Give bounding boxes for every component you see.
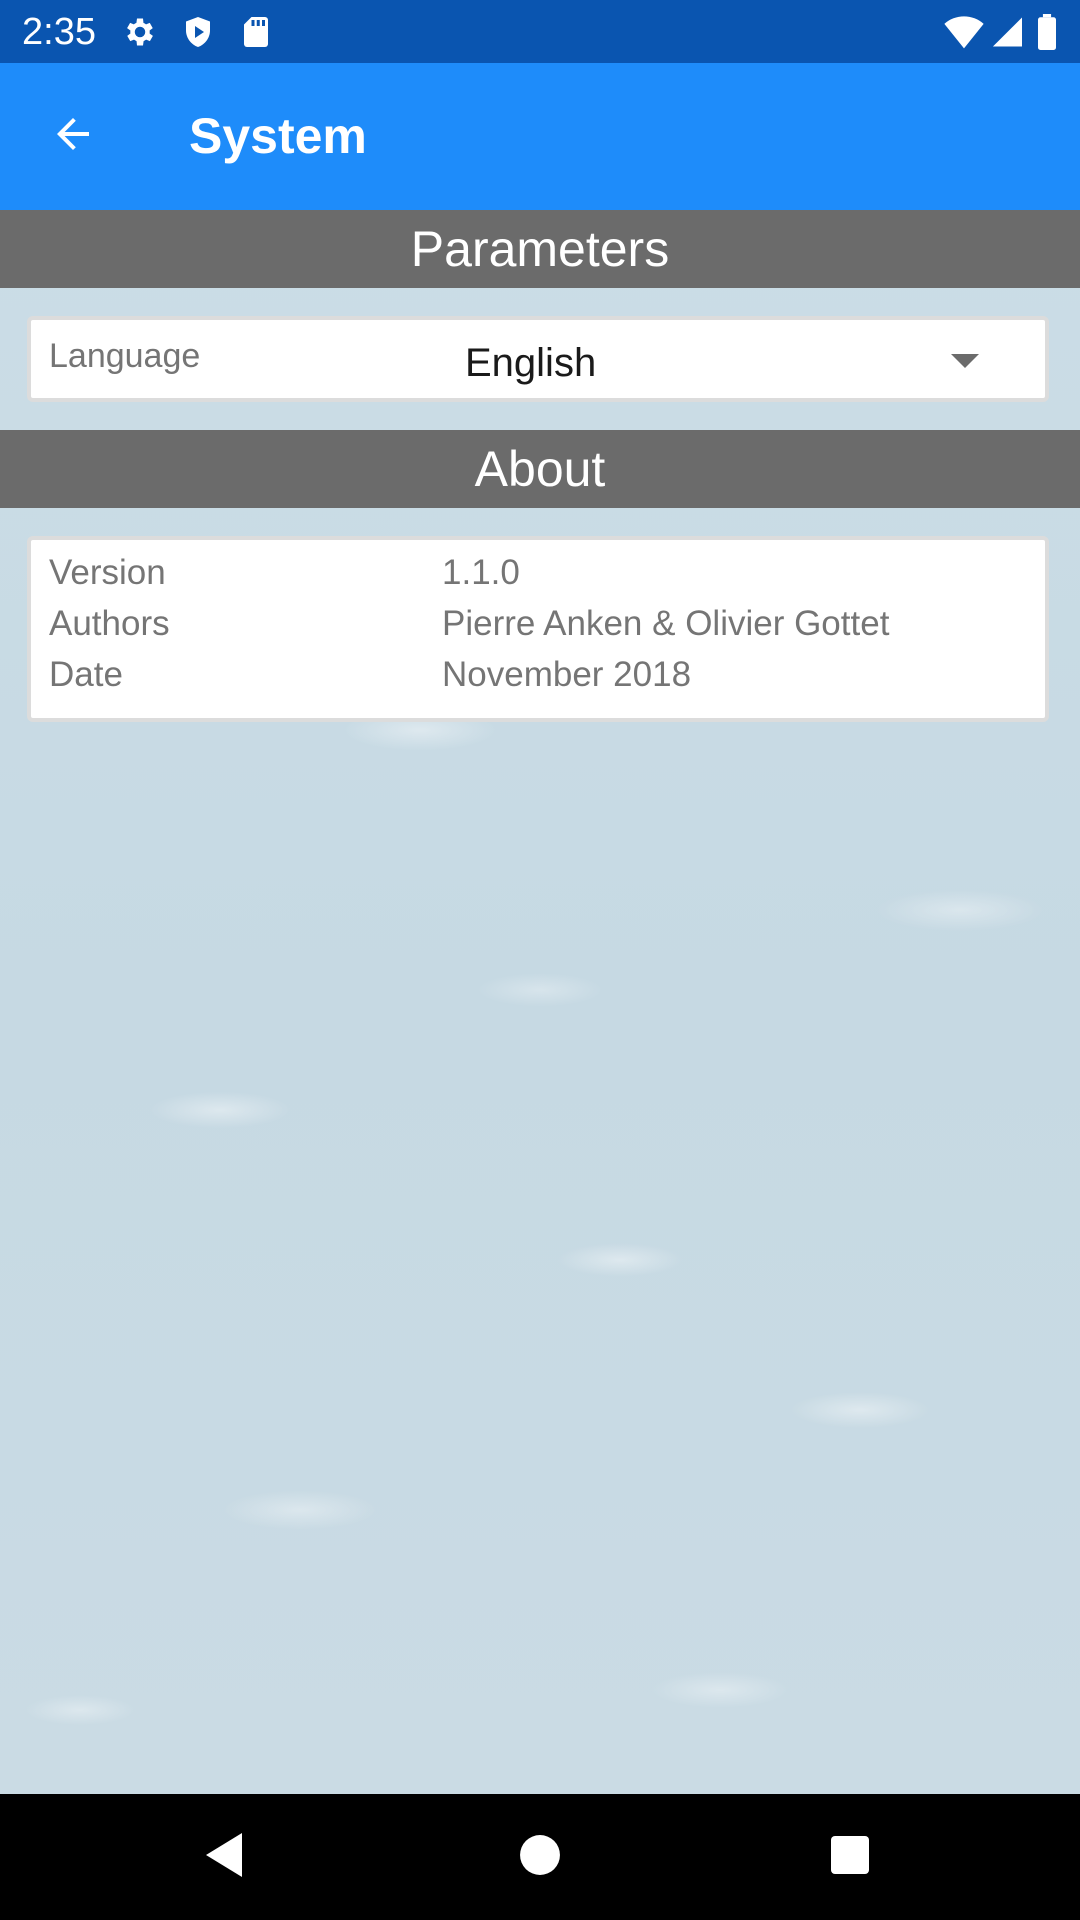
navigation-bar (0, 1794, 1080, 1920)
about-value: Pierre Anken & Olivier Gottet (442, 604, 890, 643)
parameters-section-header: Parameters (0, 210, 1080, 288)
shield-play-icon (180, 14, 216, 50)
nav-home-button[interactable] (510, 1827, 570, 1887)
language-picker[interactable]: Language English (27, 316, 1049, 402)
nav-back-button[interactable] (194, 1827, 254, 1887)
battery-icon (1036, 14, 1060, 50)
recents-square-icon (830, 1835, 870, 1880)
home-circle-icon (519, 1834, 561, 1881)
status-bar: 2:35 (0, 0, 1080, 63)
about-row-date: Date November 2018 (49, 650, 1029, 700)
language-label: Language (49, 337, 201, 375)
back-triangle-icon (202, 1831, 246, 1884)
about-card: Version 1.1.0 Authors Pierre Anken & Oli… (27, 536, 1049, 722)
about-key: Authors (49, 604, 170, 643)
back-button[interactable] (40, 103, 106, 169)
about-key: Date (49, 655, 123, 694)
about-value: 1.1.0 (442, 553, 520, 592)
app-bar: System (0, 63, 1080, 210)
status-time: 2:35 (22, 11, 96, 53)
about-key: Version (49, 553, 166, 592)
dropdown-arrow-icon (951, 354, 979, 368)
nav-recents-button[interactable] (820, 1827, 880, 1887)
about-value: November 2018 (442, 655, 692, 694)
screen: 2:35 System Parameters Language English … (0, 0, 1080, 1920)
about-row-authors: Authors Pierre Anken & Olivier Gottet (49, 599, 1029, 649)
about-row-version: Version 1.1.0 (49, 548, 1029, 598)
page-title: System (189, 108, 367, 164)
cell-signal-icon (990, 14, 1026, 50)
language-value: English (465, 341, 597, 385)
wifi-icon (944, 14, 984, 50)
about-section-header: About (0, 430, 1080, 508)
arrow-left-icon (49, 110, 97, 163)
gear-icon (122, 14, 158, 50)
sd-card-icon (238, 14, 274, 50)
content-area: Parameters Language English About Versio… (0, 210, 1080, 1794)
